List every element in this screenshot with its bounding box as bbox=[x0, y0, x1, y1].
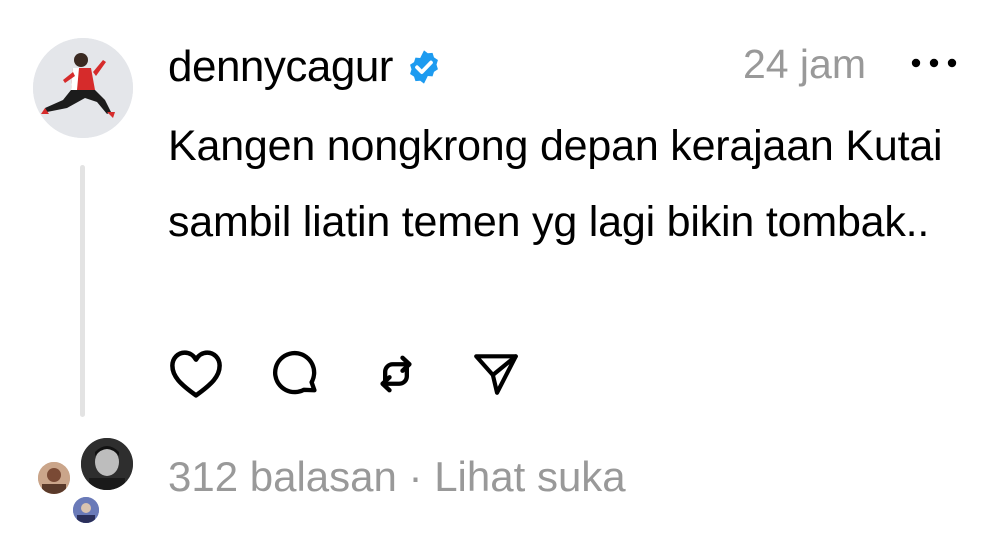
like-button[interactable] bbox=[168, 346, 224, 402]
replies-count-link[interactable]: 312 balasan bbox=[168, 453, 397, 500]
send-icon bbox=[471, 349, 521, 399]
comment-icon bbox=[270, 348, 322, 400]
heart-icon bbox=[169, 349, 223, 399]
post-text: Kangen nongkrong depan kerajaan Kutai sa… bbox=[168, 122, 943, 246]
post-timestamp: 24 jam bbox=[742, 41, 866, 87]
replier-avatar bbox=[35, 459, 73, 497]
replier-avatar bbox=[70, 494, 102, 526]
repost-icon bbox=[370, 348, 422, 400]
post-header: dennycagur bbox=[168, 38, 443, 96]
share-button[interactable] bbox=[468, 346, 524, 402]
view-likes-link[interactable]: Lihat suka bbox=[434, 453, 625, 500]
post-actions bbox=[168, 346, 568, 402]
reply-button[interactable] bbox=[268, 346, 324, 402]
replier-avatar bbox=[78, 435, 136, 493]
thread-line bbox=[80, 165, 85, 417]
replier-avatars[interactable] bbox=[30, 433, 140, 528]
username[interactable]: dennycagur bbox=[168, 45, 393, 89]
repost-button[interactable] bbox=[368, 346, 424, 402]
stats-separator: · bbox=[396, 453, 435, 500]
post-stats: 312 balasan · Lihat suka bbox=[168, 456, 626, 498]
more-horizontal-icon[interactable] bbox=[907, 50, 961, 76]
verified-badge-icon bbox=[405, 48, 443, 86]
author-avatar[interactable] bbox=[33, 38, 133, 138]
